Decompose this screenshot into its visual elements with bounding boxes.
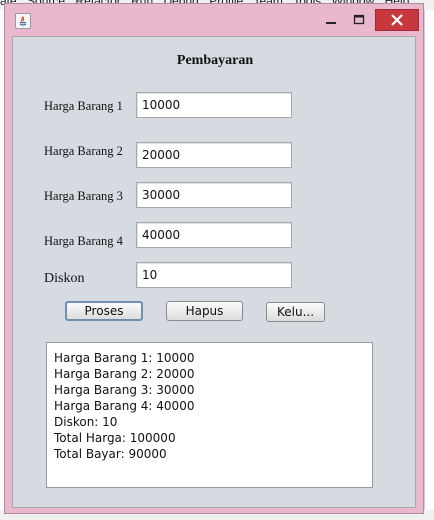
minimize-icon [326,22,336,24]
pembayaran-window: Pembayaran Harga Barang 1 10000 Harga Ba… [4,3,424,514]
form-title: Pembayaran [176,53,254,68]
hapus-button[interactable]: Hapus [166,301,243,321]
harga-barang-2-input[interactable]: 20000 [136,142,292,168]
output-line: Harga Barang 3: 30000 [54,383,195,397]
output-line: Diskon: 10 [54,415,118,429]
keluar-button[interactable]: Kelu... [266,302,325,322]
minimize-button[interactable] [319,9,343,31]
maximize-button[interactable] [347,9,371,31]
label-diskon: Diskon [44,271,85,286]
output-line: Harga Barang 1: 10000 [54,351,195,365]
java-app-icon [15,13,31,29]
output-line: Total Harga: 100000 [54,431,176,445]
ide-right-panel [424,10,434,520]
output-line: Total Bayar: 90000 [54,447,167,461]
output-textarea[interactable]: Harga Barang 1: 10000 Harga Barang 2: 20… [46,342,373,488]
output-line: Harga Barang 4: 40000 [54,399,195,413]
label-harga-barang-1: Harga Barang 1 [44,99,123,113]
label-harga-barang-2: Harga Barang 2 [44,144,123,158]
form-panel: Pembayaran Harga Barang 1 10000 Harga Ba… [12,36,416,508]
close-icon [391,14,403,26]
proses-button[interactable]: Proses [65,301,143,321]
harga-barang-4-input[interactable]: 40000 [136,222,292,248]
harga-barang-1-input[interactable]: 10000 [136,92,292,118]
harga-barang-3-input[interactable]: 30000 [136,182,292,208]
label-harga-barang-4: Harga Barang 4 [44,234,123,248]
close-button[interactable] [375,9,419,31]
output-line: Harga Barang 2: 20000 [54,367,195,381]
label-harga-barang-3: Harga Barang 3 [44,189,123,203]
diskon-input[interactable]: 10 [136,262,292,288]
maximize-icon [353,14,365,25]
window-titlebar[interactable] [5,4,423,36]
